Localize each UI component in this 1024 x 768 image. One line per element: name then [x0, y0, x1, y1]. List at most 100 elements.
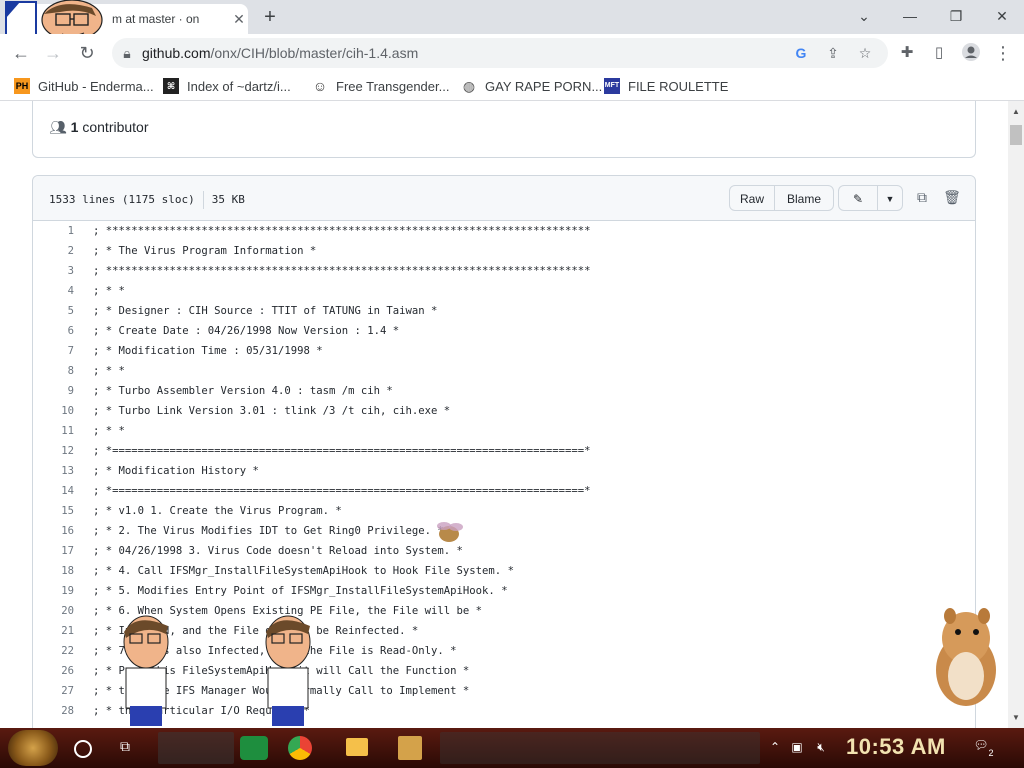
sheets-app-icon[interactable]	[240, 736, 268, 760]
task-view-icon[interactable]: ⧉	[120, 738, 138, 754]
start-button[interactable]	[8, 730, 58, 766]
line-number[interactable]: 22	[33, 641, 74, 661]
restore-icon[interactable]: ❐	[944, 6, 968, 26]
code-line: 5 ; * Designer : CIH Source : TTIT of TAT…	[33, 301, 975, 321]
line-number[interactable]: 20	[33, 601, 74, 621]
line-code: ; * v1.0 1. Create the Virus Program. *	[93, 505, 342, 517]
bookmark-item[interactable]: PH GitHub - Enderma...	[14, 77, 154, 95]
bookmark-label: FILE ROULETTE	[628, 78, 729, 94]
close-icon[interactable]: ✕	[230, 10, 248, 28]
bookmark-item[interactable]: ◍ GAY RAPE PORN...	[461, 77, 602, 95]
index-icon: ⌘	[163, 78, 179, 94]
code-line: 9 ; * Turbo Assembler Version 4.0 : tasm …	[33, 381, 975, 401]
more-vert-icon[interactable]: ⋮	[992, 42, 1014, 64]
code-line: 13 ; * Modification History *	[33, 461, 975, 481]
insect-cursor-icon	[437, 522, 463, 542]
scroll-up-arrow-icon[interactable]: ▲	[1008, 107, 1024, 117]
url-host: github.com	[142, 45, 211, 61]
page-scrollbar[interactable]: ▲ ▼	[1008, 101, 1024, 728]
plus-icon[interactable]: +	[258, 5, 282, 29]
clock[interactable]: 10:53 AM	[846, 734, 946, 760]
code-line: 7 ; * Modification Time : 05/31/1998 *	[33, 341, 975, 361]
hamster-icon	[936, 608, 996, 706]
copy-icon[interactable]: ⧉	[911, 186, 933, 208]
line-number[interactable]: 11	[33, 421, 74, 441]
line-code: ; **************************************…	[93, 225, 591, 237]
scroll-down-arrow-icon[interactable]: ▼	[1008, 713, 1024, 723]
address-bar[interactable]: 🔒︎ github.com/onx/CIH/blob/master/cih-1.…	[112, 38, 888, 68]
line-number[interactable]: 8	[33, 361, 74, 381]
line-number[interactable]: 10	[33, 401, 74, 421]
line-code: ; * 2. The Virus Modifies IDT to Get Rin…	[93, 525, 444, 537]
line-number[interactable]: 4	[33, 281, 74, 301]
google-icon[interactable]: G	[792, 44, 810, 62]
line-number[interactable]: 7	[33, 341, 74, 361]
profile-icon[interactable]	[960, 42, 982, 64]
edit-pencil-icon[interactable]: ✎	[838, 185, 878, 211]
scroll-thumb[interactable]	[1010, 125, 1022, 145]
line-number[interactable]: 21	[33, 621, 74, 641]
line-number[interactable]: 14	[33, 481, 74, 501]
line-number[interactable]: 5	[33, 301, 74, 321]
divider	[202, 191, 204, 209]
edit-dropdown-icon[interactable]: ▼	[877, 185, 903, 211]
share-icon[interactable]: ⇪	[824, 44, 842, 62]
line-number[interactable]: 3	[33, 261, 74, 281]
code-line: 1 ; *************************************…	[33, 221, 975, 241]
file-explorer-icon[interactable]	[346, 738, 368, 756]
taskbar-slot	[158, 732, 234, 764]
line-number[interactable]: 13	[33, 461, 74, 481]
line-number[interactable]: 17	[33, 541, 74, 561]
line-number[interactable]: 15	[33, 501, 74, 521]
taskbar-slot	[440, 732, 760, 764]
contributor-label: contributor	[82, 119, 149, 135]
trash-icon[interactable]: 🗑︎	[941, 186, 963, 208]
line-code: ; * Create Date : 04/26/1998 Now Version…	[93, 325, 400, 337]
line-code: ; * The Virus Program Information *	[93, 245, 317, 257]
search-icon[interactable]	[74, 740, 92, 758]
file-lines-info: 1533 lines (1175 sloc)	[49, 193, 195, 206]
line-number[interactable]: 19	[33, 581, 74, 601]
lock-icon[interactable]: 🔒︎	[118, 44, 136, 62]
code-line: 2 ; * The Virus Program Information *	[33, 241, 975, 261]
line-code: ; *=====================================…	[93, 485, 591, 497]
app-icon[interactable]	[398, 736, 422, 760]
line-code: ; * 04/26/1998 3. Virus Code doesn't Rel…	[93, 545, 463, 557]
network-icon[interactable]: ▣	[788, 738, 806, 756]
puzzle-icon[interactable]: ✚	[896, 42, 918, 64]
bookmark-label: Free Transgender...	[336, 78, 450, 94]
minimize-icon[interactable]: —	[898, 6, 922, 26]
contributors-link[interactable]: 👥︎ 1 contributor	[49, 119, 149, 136]
line-number[interactable]: 27	[33, 681, 74, 701]
reload-icon[interactable]: ↻	[76, 42, 98, 64]
bookmark-label: Index of ~dartz/i...	[187, 78, 291, 94]
line-number[interactable]: 6	[33, 321, 74, 341]
chevron-down-icon[interactable]: ⌄	[852, 6, 876, 26]
back-arrow-icon[interactable]: ←	[10, 42, 32, 64]
contributor-count: 1	[70, 119, 79, 135]
line-number[interactable]: 1	[33, 221, 74, 241]
line-number[interactable]: 28	[33, 701, 74, 721]
chevron-up-icon[interactable]: ⌃	[766, 738, 784, 756]
line-code: ; * *	[93, 285, 125, 297]
line-number[interactable]: 26	[33, 661, 74, 681]
bookmark-item[interactable]: ⌘ Index of ~dartz/i...	[163, 77, 291, 95]
line-number[interactable]: 12	[33, 441, 74, 461]
code-line: 17 ; * 04/26/1998 3. Virus Code doesn't R…	[33, 541, 975, 561]
line-number[interactable]: 16	[33, 521, 74, 541]
bookmark-item[interactable]: ☺ Free Transgender...	[312, 77, 450, 95]
line-number[interactable]: 18	[33, 561, 74, 581]
forward-arrow-icon[interactable]: →	[42, 42, 64, 64]
blame-button[interactable]: Blame	[774, 185, 834, 211]
line-number[interactable]: 2	[33, 241, 74, 261]
hank-hill-figure-icon	[265, 615, 311, 726]
bookmark-item[interactable]: MFT FILE ROULETTE	[604, 77, 728, 95]
close-window-icon[interactable]: ✕	[990, 6, 1014, 26]
chrome-app-icon[interactable]	[288, 736, 312, 760]
volume-muted-icon[interactable]: 🔇︎	[812, 738, 830, 756]
raw-button[interactable]: Raw	[729, 185, 775, 211]
sidepanel-icon[interactable]: ▯	[928, 42, 950, 64]
star-icon[interactable]: ☆	[856, 44, 874, 62]
line-number[interactable]: 9	[33, 381, 74, 401]
bookmarks-bar: PH GitHub - Enderma... ⌘ Index of ~dartz…	[0, 72, 1024, 101]
